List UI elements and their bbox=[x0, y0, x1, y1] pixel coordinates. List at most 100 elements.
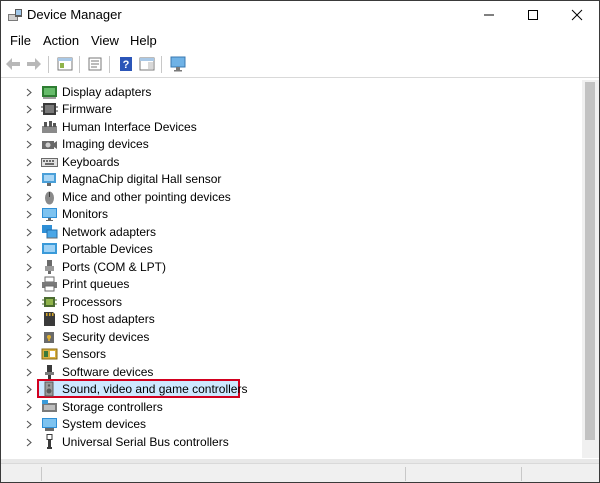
chevron-right-icon[interactable] bbox=[25, 333, 33, 342]
window-title: Device Manager bbox=[27, 7, 122, 22]
tree-item-label: SD host adapters bbox=[62, 312, 155, 326]
tree-item-system-devices[interactable]: System devices bbox=[1, 416, 561, 433]
chevron-right-icon[interactable] bbox=[25, 210, 33, 219]
tree-item-label: Network adapters bbox=[62, 225, 157, 239]
tree-item-human-interface-devices[interactable]: Human Interface Devices bbox=[1, 119, 561, 136]
chevron-right-icon[interactable] bbox=[25, 280, 33, 289]
help-button[interactable]: ? bbox=[117, 56, 135, 72]
monitor-icon bbox=[42, 208, 57, 221]
show-hide-console-tree-button[interactable] bbox=[56, 56, 74, 72]
action-pane-icon bbox=[139, 57, 155, 71]
close-button[interactable] bbox=[555, 1, 599, 29]
usb-icon bbox=[46, 434, 53, 449]
tree-item-imaging-devices[interactable]: Imaging devices bbox=[1, 136, 561, 153]
device-tree: Display adapters Firmware Human Interfac… bbox=[1, 80, 581, 458]
tree-item-label: Portable Devices bbox=[62, 242, 153, 256]
maximize-icon bbox=[528, 10, 538, 20]
toolbar-separator bbox=[79, 56, 80, 73]
chevron-right-icon[interactable] bbox=[25, 245, 33, 254]
keyboard-icon bbox=[41, 158, 58, 167]
chevron-right-icon[interactable] bbox=[25, 350, 33, 359]
chevron-right-icon[interactable] bbox=[25, 385, 33, 394]
chevron-right-icon[interactable] bbox=[25, 298, 33, 307]
status-divider bbox=[41, 467, 42, 481]
hid-icon bbox=[42, 121, 57, 133]
tree-item-storage-controllers[interactable]: Storage controllers bbox=[1, 399, 561, 416]
scan-hardware-changes-button[interactable] bbox=[169, 56, 187, 72]
firmware-icon bbox=[41, 103, 58, 115]
chevron-right-icon[interactable] bbox=[25, 123, 33, 132]
chevron-right-icon[interactable] bbox=[25, 438, 33, 447]
chevron-right-icon[interactable] bbox=[25, 228, 33, 237]
system-device-icon bbox=[42, 418, 57, 431]
tree-item-sound-video-and-game-controllers[interactable]: Sound, video and game controllers bbox=[1, 379, 561, 398]
tree-item-monitors[interactable]: Monitors bbox=[1, 206, 561, 223]
tree-item-universal-serial-bus-controllers[interactable]: Universal Serial Bus controllers bbox=[1, 434, 561, 451]
processor-icon bbox=[42, 297, 57, 307]
scrollbar-thumb[interactable] bbox=[585, 82, 595, 440]
back-arrow-icon bbox=[6, 58, 20, 70]
tree-item-label: Storage controllers bbox=[62, 400, 163, 414]
tree-item-portable-devices[interactable]: Portable Devices bbox=[1, 241, 561, 258]
chevron-right-icon[interactable] bbox=[25, 105, 33, 114]
tree-item-label: Imaging devices bbox=[62, 137, 149, 151]
tree-item-sd-host-adapters[interactable]: SD host adapters bbox=[1, 311, 561, 328]
menu-help[interactable]: Help bbox=[130, 33, 157, 48]
chevron-right-icon[interactable] bbox=[25, 193, 33, 202]
menu-bar: File Action View Help bbox=[1, 31, 599, 51]
chevron-right-icon[interactable] bbox=[25, 315, 33, 324]
tree-item-label: Ports (COM & LPT) bbox=[62, 260, 167, 274]
tree-item-label: Sound, video and game controllers bbox=[62, 382, 248, 396]
sensor-icon bbox=[42, 173, 56, 186]
chevron-right-icon[interactable] bbox=[25, 175, 33, 184]
chevron-right-icon[interactable] bbox=[25, 88, 33, 97]
tree-item-ports[interactable]: Ports (COM & LPT) bbox=[1, 259, 561, 276]
tree-item-processors[interactable]: Processors bbox=[1, 294, 561, 311]
network-adapter-icon bbox=[42, 225, 58, 239]
scan-hardware-icon bbox=[170, 56, 186, 72]
title-bar[interactable]: Device Manager bbox=[1, 1, 599, 29]
portable-device-icon bbox=[42, 243, 57, 254]
menu-view[interactable]: View bbox=[91, 33, 119, 48]
tree-item-magnachip-digital-hall-sensor[interactable]: MagnaChip digital Hall sensor bbox=[1, 171, 561, 188]
tree-item-mice-and-other-pointing-devices[interactable]: Mice and other pointing devices bbox=[1, 189, 561, 206]
chevron-right-icon[interactable] bbox=[25, 368, 33, 377]
tree-item-network-adapters[interactable]: Network adapters bbox=[1, 224, 561, 241]
device-manager-app-icon bbox=[8, 9, 22, 21]
tree-item-label: Monitors bbox=[62, 207, 109, 221]
back-button[interactable] bbox=[4, 56, 22, 72]
vertical-scrollbar[interactable] bbox=[582, 80, 599, 458]
properties-button[interactable] bbox=[86, 56, 104, 72]
tree-item-keyboards[interactable]: Keyboards bbox=[1, 154, 561, 171]
forward-arrow-icon bbox=[27, 58, 41, 70]
chevron-right-icon[interactable] bbox=[25, 420, 33, 429]
chevron-right-icon[interactable] bbox=[25, 263, 33, 272]
tree-item-label: Display adapters bbox=[62, 85, 152, 99]
menu-file[interactable]: File bbox=[10, 33, 31, 48]
tree-item-display-adapters[interactable]: Display adapters bbox=[1, 84, 561, 101]
status-divider bbox=[521, 467, 522, 481]
tree-item-label: Universal Serial Bus controllers bbox=[62, 435, 229, 449]
chevron-right-icon[interactable] bbox=[25, 403, 33, 412]
software-device-icon bbox=[45, 365, 54, 379]
tree-item-firmware[interactable]: Firmware bbox=[1, 101, 561, 118]
tree-item-security-devices[interactable]: Security devices bbox=[1, 329, 561, 346]
tree-item-label: Processors bbox=[62, 295, 123, 309]
forward-button[interactable] bbox=[25, 56, 43, 72]
action-pane-button[interactable] bbox=[138, 56, 156, 72]
toolbar-separator bbox=[161, 56, 162, 73]
properties-icon bbox=[88, 57, 102, 71]
chevron-right-icon[interactable] bbox=[25, 158, 33, 167]
menu-action[interactable]: Action bbox=[43, 33, 79, 48]
mouse-icon bbox=[45, 191, 54, 205]
tree-item-sensors[interactable]: Sensors bbox=[1, 346, 561, 363]
maximize-button[interactable] bbox=[511, 1, 555, 29]
minimize-icon bbox=[484, 14, 494, 16]
tree-item-label: Print queues bbox=[62, 277, 130, 291]
chevron-right-icon[interactable] bbox=[25, 140, 33, 149]
tree-item-label: MagnaChip digital Hall sensor bbox=[62, 172, 222, 186]
port-icon bbox=[45, 260, 54, 274]
minimize-button[interactable] bbox=[467, 1, 511, 29]
tree-item-label: Software devices bbox=[62, 365, 154, 379]
tree-item-print-queues[interactable]: Print queues bbox=[1, 276, 561, 293]
